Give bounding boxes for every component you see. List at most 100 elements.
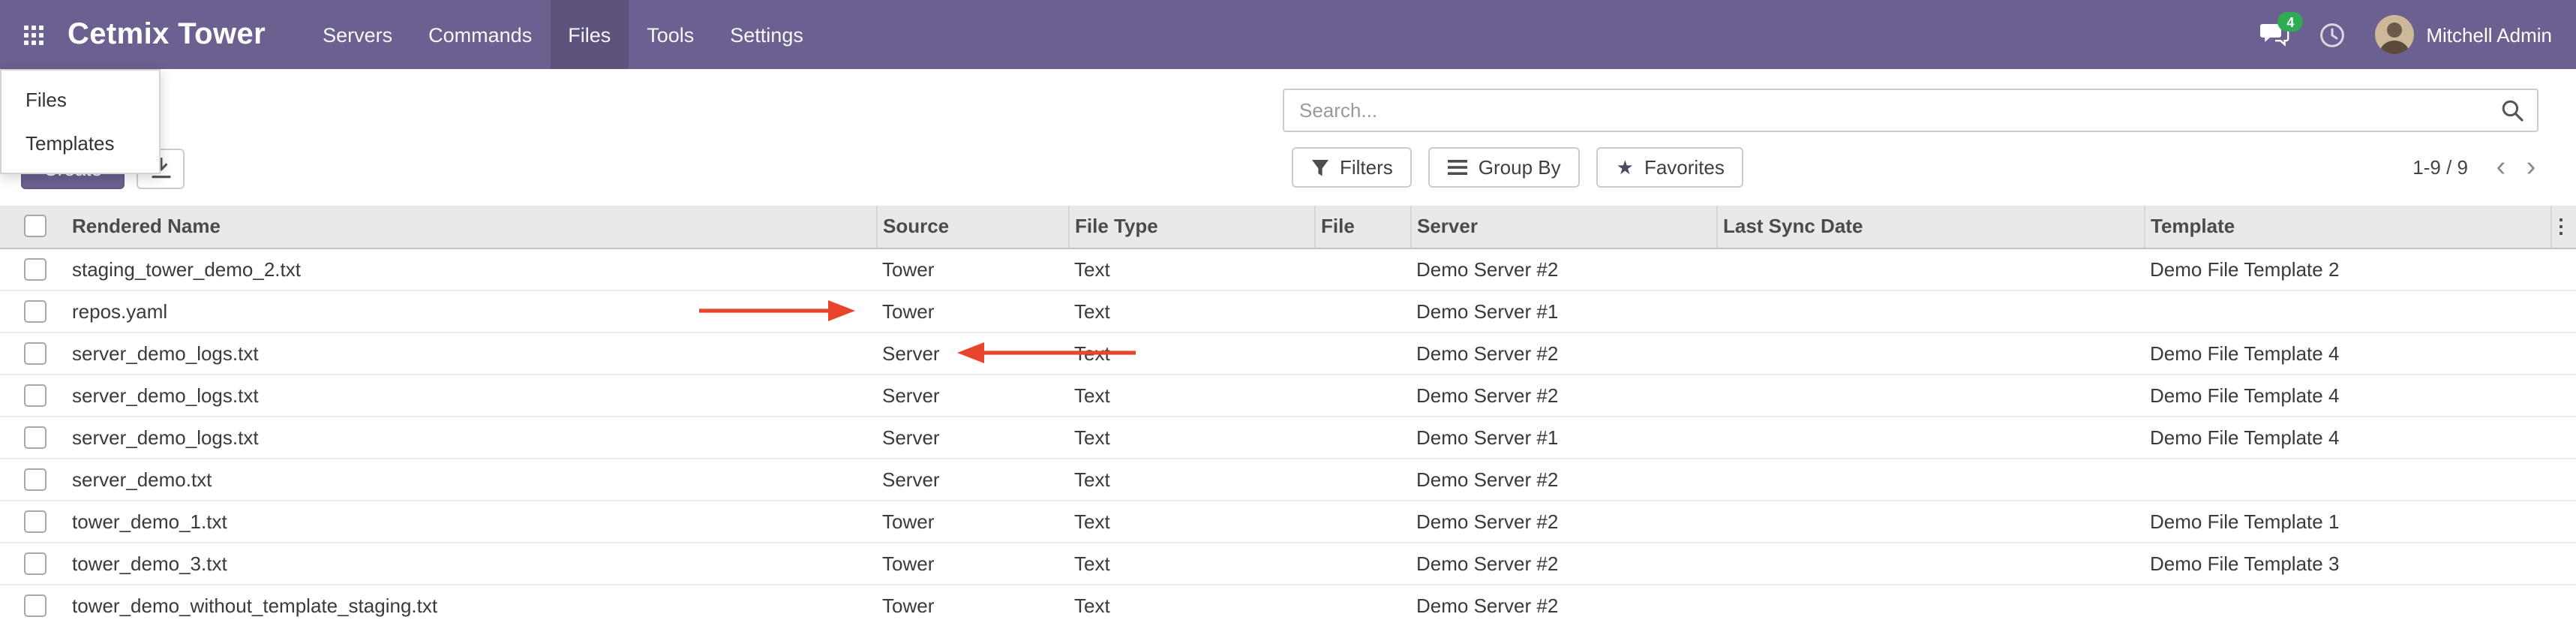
row-checkbox[interactable] [24, 384, 47, 406]
row-checkbox[interactable] [24, 552, 47, 574]
row-checkbox[interactable] [24, 426, 47, 448]
column-header-source[interactable]: Source [876, 206, 1068, 248]
cell-server[interactable]: Demo Server #2 [1410, 542, 1716, 584]
cell-source[interactable]: Tower [876, 500, 1068, 542]
cell-last-sync-date[interactable] [1716, 458, 2144, 500]
nav-item-files[interactable]: Files [550, 0, 629, 69]
search-input[interactable] [1284, 99, 2495, 122]
cell-server[interactable]: Demo Server #2 [1410, 500, 1716, 542]
optional-columns-button[interactable]: ⋮ [2550, 206, 2576, 248]
cell-template[interactable] [2144, 290, 2550, 332]
user-name[interactable]: Mitchell Admin [2426, 23, 2552, 46]
table-row[interactable]: staging_tower_demo_2.txt Tower Text Demo… [0, 248, 2576, 290]
activity-button[interactable] [2304, 0, 2360, 69]
user-avatar[interactable] [2375, 15, 2414, 54]
table-row[interactable]: server_demo.txt Server Text Demo Server … [0, 458, 2576, 500]
column-header-rendered-name[interactable]: Rendered Name [66, 206, 876, 248]
cell-file-type[interactable]: Text [1068, 584, 1314, 626]
select-all-checkbox[interactable] [24, 215, 47, 238]
cell-template[interactable]: Demo File Template 2 [2144, 248, 2550, 290]
cell-last-sync-date[interactable] [1716, 290, 2144, 332]
cell-rendered-name[interactable]: tower_demo_without_template_staging.txt [66, 584, 876, 626]
cell-server[interactable]: Demo Server #2 [1410, 458, 1716, 500]
apps-menu-button[interactable] [0, 0, 53, 69]
cell-file-type[interactable]: Text [1068, 542, 1314, 584]
cell-last-sync-date[interactable] [1716, 332, 2144, 374]
cell-file-type[interactable]: Text [1068, 416, 1314, 458]
cell-server[interactable]: Demo Server #1 [1410, 416, 1716, 458]
column-header-file[interactable]: File [1314, 206, 1410, 248]
cell-file-type[interactable]: Text [1068, 374, 1314, 416]
cell-last-sync-date[interactable] [1716, 416, 2144, 458]
cell-file[interactable] [1314, 332, 1410, 374]
cell-file[interactable] [1314, 542, 1410, 584]
cell-file[interactable] [1314, 290, 1410, 332]
table-row[interactable]: server_demo_logs.txt Server Text Demo Se… [0, 416, 2576, 458]
dropdown-item-templates[interactable]: Templates [2, 122, 159, 165]
cell-source[interactable]: Tower [876, 584, 1068, 626]
favorites-button[interactable]: ★ Favorites [1597, 147, 1744, 188]
nav-item-commands[interactable]: Commands [410, 0, 550, 69]
search-icon[interactable] [2495, 99, 2537, 122]
cell-last-sync-date[interactable] [1716, 542, 2144, 584]
cell-rendered-name[interactable]: server_demo_logs.txt [66, 332, 876, 374]
cell-server[interactable]: Demo Server #2 [1410, 584, 1716, 626]
filters-button[interactable]: Filters [1292, 147, 1413, 188]
cell-server[interactable]: Demo Server #2 [1410, 332, 1716, 374]
cell-template[interactable]: Demo File Template 4 [2144, 416, 2550, 458]
cell-template[interactable]: Demo File Template 4 [2144, 332, 2550, 374]
cell-rendered-name[interactable]: server_demo_logs.txt [66, 416, 876, 458]
nav-item-tools[interactable]: Tools [629, 0, 712, 69]
cell-last-sync-date[interactable] [1716, 374, 2144, 416]
cell-rendered-name[interactable]: tower_demo_3.txt [66, 542, 876, 584]
cell-source[interactable]: Server [876, 332, 1068, 374]
row-checkbox[interactable] [24, 257, 47, 280]
cell-server[interactable]: Demo Server #2 [1410, 374, 1716, 416]
cell-last-sync-date[interactable] [1716, 248, 2144, 290]
cell-template[interactable]: Demo File Template 3 [2144, 542, 2550, 584]
cell-file-type[interactable]: Text [1068, 458, 1314, 500]
cell-server[interactable]: Demo Server #1 [1410, 290, 1716, 332]
cell-last-sync-date[interactable] [1716, 584, 2144, 626]
cell-source[interactable]: Tower [876, 290, 1068, 332]
row-checkbox[interactable] [24, 468, 47, 490]
column-header-last-sync-date[interactable]: Last Sync Date [1716, 206, 2144, 248]
cell-file-type[interactable]: Text [1068, 332, 1314, 374]
cell-file-type[interactable]: Text [1068, 248, 1314, 290]
cell-source[interactable]: Tower [876, 542, 1068, 584]
cell-file[interactable] [1314, 458, 1410, 500]
cell-file[interactable] [1314, 248, 1410, 290]
cell-rendered-name[interactable]: server_demo_logs.txt [66, 374, 876, 416]
cell-file[interactable] [1314, 374, 1410, 416]
column-header-template[interactable]: Template [2144, 206, 2550, 248]
cell-file[interactable] [1314, 584, 1410, 626]
pager-next-button[interactable]: › [2516, 149, 2546, 185]
cell-source[interactable]: Tower [876, 248, 1068, 290]
table-row[interactable]: tower_demo_3.txt Tower Text Demo Server … [0, 542, 2576, 584]
table-row[interactable]: server_demo_logs.txt Server Text Demo Se… [0, 332, 2576, 374]
table-row[interactable]: tower_demo_1.txt Tower Text Demo Server … [0, 500, 2576, 542]
cell-rendered-name[interactable]: repos.yaml [66, 290, 876, 332]
cell-template[interactable]: Demo File Template 4 [2144, 374, 2550, 416]
cell-template[interactable] [2144, 458, 2550, 500]
cell-file-type[interactable]: Text [1068, 500, 1314, 542]
cell-rendered-name[interactable]: server_demo.txt [66, 458, 876, 500]
table-row[interactable]: server_demo_logs.txt Server Text Demo Se… [0, 374, 2576, 416]
cell-file[interactable] [1314, 416, 1410, 458]
cell-rendered-name[interactable]: tower_demo_1.txt [66, 500, 876, 542]
nav-item-settings[interactable]: Settings [712, 0, 821, 69]
column-header-file-type[interactable]: File Type [1068, 206, 1314, 248]
cell-last-sync-date[interactable] [1716, 500, 2144, 542]
cell-rendered-name[interactable]: staging_tower_demo_2.txt [66, 248, 876, 290]
row-checkbox[interactable] [24, 510, 47, 532]
app-brand[interactable]: Cetmix Tower [53, 0, 305, 69]
column-header-server[interactable]: Server [1410, 206, 1716, 248]
cell-file-type[interactable]: Text [1068, 290, 1314, 332]
messages-button[interactable]: 4 [2244, 0, 2304, 69]
cell-source[interactable]: Server [876, 374, 1068, 416]
cell-server[interactable]: Demo Server #2 [1410, 248, 1716, 290]
cell-template[interactable]: Demo File Template 1 [2144, 500, 2550, 542]
group-by-button[interactable]: Group By [1429, 147, 1581, 188]
cell-source[interactable]: Server [876, 416, 1068, 458]
cell-file[interactable] [1314, 500, 1410, 542]
